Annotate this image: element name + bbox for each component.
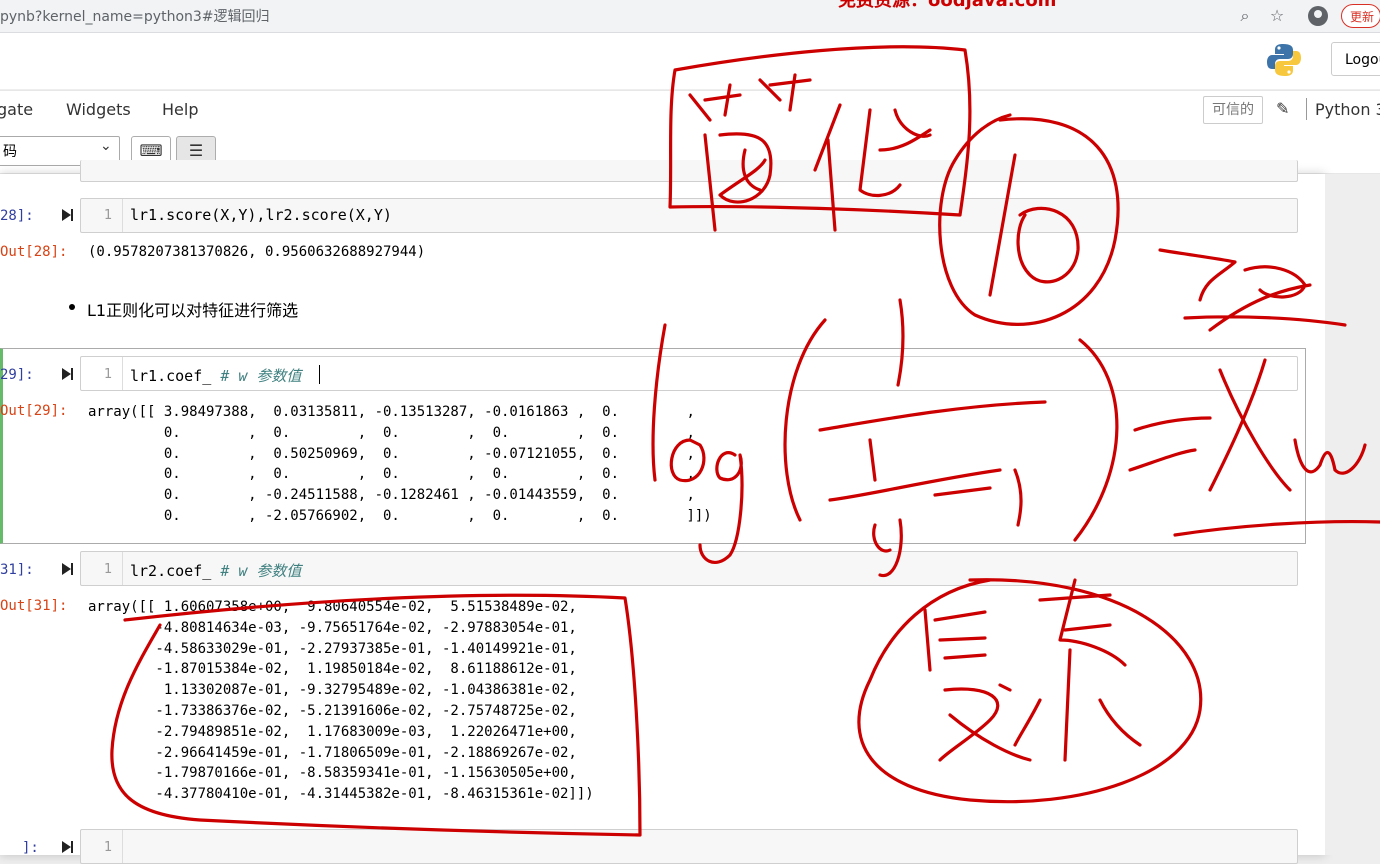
- out-prompt-29: Out[29]:: [0, 403, 68, 419]
- run-cell-icon[interactable]: [60, 561, 74, 577]
- line-number: 1: [104, 562, 113, 577]
- in-prompt-29: 29]:: [0, 367, 34, 383]
- cell-28-output: (0.9578207381370826, 0.9560632688927944): [88, 244, 426, 260]
- gutter-divider: [122, 357, 123, 390]
- bullet-dot: [69, 304, 75, 310]
- markdown-bullet-text: L1正则化可以对特征进行筛选: [87, 301, 299, 320]
- line-number: 1: [104, 208, 113, 223]
- url-text[interactable]: pynb?kernel_name=python3#逻辑回归: [0, 6, 270, 26]
- browser-url-bar: pynb?kernel_name=python3#逻辑回归: [0, 0, 1380, 33]
- top-overlay-text: 免费资源：oodjava.com: [838, 0, 1057, 11]
- run-cell-icon[interactable]: [60, 839, 74, 855]
- cell-29-output: array([[ 3.98497388, 0.03135811, -0.1351…: [88, 404, 712, 524]
- star-icon[interactable]: ☆: [1267, 6, 1287, 26]
- menu-help[interactable]: Help: [162, 100, 198, 119]
- update-button[interactable]: 更新: [1341, 4, 1380, 28]
- gutter-divider: [122, 830, 123, 863]
- in-prompt-next: ]:: [22, 840, 39, 856]
- cell-29-code[interactable]: lr1.coef_ # w 参数值: [130, 365, 301, 386]
- chevron-down-icon[interactable]: ⌄: [100, 138, 112, 154]
- pencil-icon[interactable]: ✎: [1276, 99, 1289, 118]
- code-comment: # w 参数值: [220, 367, 302, 385]
- code-text: lr2.coef_: [130, 562, 221, 580]
- logout-button[interactable]: Logout: [1331, 42, 1380, 76]
- profile-icon[interactable]: [1308, 6, 1328, 26]
- prev-cell-input[interactable]: [80, 160, 1298, 182]
- line-number: 1: [104, 367, 113, 382]
- kernel-separator: [1306, 98, 1307, 120]
- gutter-divider: [122, 552, 123, 585]
- run-cell-icon[interactable]: [60, 366, 74, 382]
- cell-31-output: array([[ 1.60607358e+00, 9.80640554e-02,…: [88, 599, 594, 803]
- jupyter-header: [0, 33, 1380, 89]
- in-prompt-31: 31]:: [0, 562, 34, 578]
- python-logo: [1267, 44, 1301, 76]
- text-cursor: [319, 365, 320, 384]
- run-cell-icon[interactable]: [60, 207, 74, 223]
- code-comment: # w 参数值: [220, 562, 302, 580]
- menu-navigate[interactable]: gate: [0, 100, 33, 119]
- out-prompt-31: Out[31]:: [0, 598, 68, 614]
- menu-widgets[interactable]: Widgets: [66, 100, 131, 119]
- out-prompt-28: Out[28]:: [0, 244, 68, 260]
- search-zoom-icon[interactable]: ⌕: [1235, 6, 1255, 26]
- kernel-name[interactable]: Python 3: [1315, 100, 1380, 119]
- scrollbar-track[interactable]: [1325, 174, 1380, 855]
- trusted-indicator[interactable]: 可信的: [1203, 96, 1263, 124]
- cell-31-code[interactable]: lr2.coef_ # w 参数值: [130, 560, 301, 581]
- gutter-divider: [122, 199, 123, 232]
- menubar: [0, 90, 1380, 132]
- cell-28-code[interactable]: lr1.score(X,Y),lr2.score(X,Y): [130, 206, 392, 224]
- code-text: lr1.coef_: [130, 367, 221, 385]
- in-prompt-28: 28]:: [0, 208, 34, 224]
- cell-next-input[interactable]: [80, 829, 1298, 864]
- line-number: 1: [104, 840, 113, 855]
